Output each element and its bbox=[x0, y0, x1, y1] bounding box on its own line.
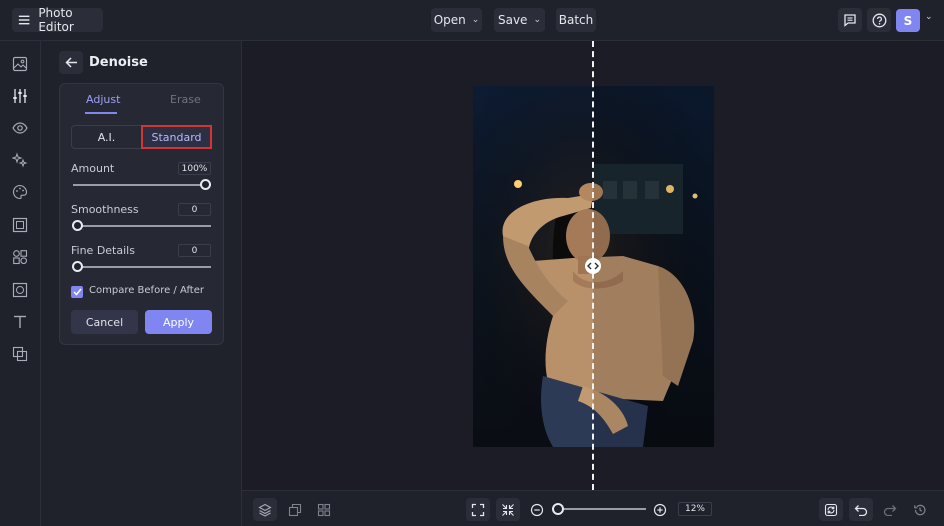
tab-adjust[interactable]: Adjust bbox=[86, 93, 120, 106]
bottom-toolbar: 12% bbox=[242, 490, 944, 526]
image-icon[interactable] bbox=[12, 56, 28, 72]
undo-button[interactable] bbox=[849, 498, 873, 521]
shrink-icon bbox=[502, 503, 514, 516]
feedback-button[interactable] bbox=[838, 8, 862, 32]
palette-icon[interactable] bbox=[12, 184, 28, 200]
active-tab-indicator bbox=[85, 112, 117, 114]
help-button[interactable] bbox=[867, 8, 891, 32]
zoom-value[interactable]: 12% bbox=[678, 502, 712, 516]
grid-view-button[interactable] bbox=[312, 498, 336, 521]
open-menu-button[interactable]: Open ⌄ bbox=[431, 8, 482, 32]
save-label: Save bbox=[497, 13, 528, 27]
denoise-panel: Denoise Adjust Erase A.I. Standard Amoun… bbox=[41, 41, 242, 526]
history-icon bbox=[914, 504, 926, 515]
fine-details-slider-track[interactable] bbox=[73, 266, 211, 268]
batch-label: Batch bbox=[558, 13, 594, 27]
copy-icon bbox=[288, 503, 302, 516]
fit-screen-button[interactable] bbox=[466, 498, 490, 521]
refresh-icon bbox=[824, 503, 838, 516]
open-label: Open bbox=[433, 13, 466, 27]
apply-button[interactable]: Apply bbox=[145, 310, 212, 334]
reset-button[interactable] bbox=[819, 498, 843, 521]
avatar[interactable]: S bbox=[896, 9, 920, 32]
redo-button[interactable] bbox=[878, 498, 902, 521]
fine-details-label: Fine Details bbox=[71, 244, 135, 257]
overlay-icon[interactable] bbox=[12, 346, 28, 362]
zoom-out-icon bbox=[530, 503, 544, 516]
zoom-slider-handle[interactable] bbox=[552, 503, 564, 515]
fine-details-slider-handle[interactable] bbox=[72, 261, 83, 272]
layers-icon bbox=[258, 503, 272, 517]
tool-rail bbox=[0, 41, 41, 526]
mode-ai-button[interactable]: A.I. bbox=[71, 125, 142, 149]
batch-button[interactable]: Batch bbox=[556, 8, 596, 32]
amount-slider-handle[interactable] bbox=[200, 179, 211, 190]
texture-icon[interactable] bbox=[12, 282, 28, 298]
compare-label: Compare Before / After bbox=[89, 285, 204, 296]
smoothness-slider-track[interactable] bbox=[73, 225, 211, 227]
mode-standard-button[interactable]: Standard bbox=[141, 125, 212, 149]
compare-divider-handle[interactable] bbox=[585, 258, 601, 274]
drag-arrows-icon bbox=[587, 262, 599, 270]
chevron-down-icon: ⌄ bbox=[471, 15, 480, 25]
amount-slider-track[interactable] bbox=[73, 184, 211, 186]
chevron-down-icon: ⌄ bbox=[533, 15, 541, 25]
layers-button[interactable] bbox=[253, 498, 277, 521]
cancel-button[interactable]: Cancel bbox=[71, 310, 138, 334]
top-bar: Photo Editor Open ⌄ Save ⌄ Batch S ⌄ bbox=[0, 0, 944, 41]
arrow-left-icon bbox=[64, 57, 77, 68]
app-menu-button[interactable]: Photo Editor bbox=[12, 6, 103, 34]
chevron-down-icon[interactable]: ⌄ bbox=[925, 12, 933, 22]
adjust-sliders-icon[interactable] bbox=[12, 88, 28, 104]
copy-layer-button[interactable] bbox=[283, 498, 307, 521]
smoothness-value-input[interactable]: 0 bbox=[178, 203, 211, 216]
grid-icon bbox=[317, 503, 331, 516]
redo-icon bbox=[883, 504, 897, 516]
amount-label: Amount bbox=[71, 162, 115, 175]
check-icon bbox=[72, 288, 82, 296]
text-icon[interactable] bbox=[12, 314, 28, 330]
undo-icon bbox=[854, 504, 868, 516]
zoom-out-button[interactable] bbox=[525, 498, 549, 521]
frame-icon[interactable] bbox=[12, 217, 28, 233]
back-button[interactable] bbox=[59, 51, 83, 74]
shapes-icon[interactable] bbox=[12, 249, 28, 265]
amount-value-input[interactable]: 100% bbox=[178, 162, 211, 175]
save-menu-button[interactable]: Save ⌄ bbox=[494, 8, 545, 32]
panel-title: Denoise bbox=[89, 55, 148, 70]
message-icon bbox=[844, 14, 856, 27]
magic-sparkle-icon[interactable] bbox=[12, 152, 28, 168]
history-button[interactable] bbox=[908, 498, 932, 521]
denoise-settings-card: Adjust Erase A.I. Standard Amount 100% S… bbox=[59, 83, 224, 345]
app-title: Photo Editor bbox=[38, 6, 74, 34]
fine-details-value-input[interactable]: 0 bbox=[178, 244, 211, 257]
eye-icon[interactable] bbox=[12, 120, 28, 136]
zoom-in-button[interactable] bbox=[648, 498, 672, 521]
smoothness-slider-handle[interactable] bbox=[72, 220, 83, 231]
tab-erase[interactable]: Erase bbox=[170, 93, 201, 106]
expand-icon bbox=[471, 503, 485, 516]
hamburger-icon bbox=[18, 15, 30, 25]
zoom-in-icon bbox=[653, 503, 667, 516]
compare-checkbox[interactable] bbox=[71, 286, 83, 298]
help-icon bbox=[872, 13, 886, 27]
actual-size-button[interactable] bbox=[496, 498, 520, 521]
zoom-slider-track[interactable] bbox=[560, 508, 646, 510]
smoothness-label: Smoothness bbox=[71, 203, 139, 216]
